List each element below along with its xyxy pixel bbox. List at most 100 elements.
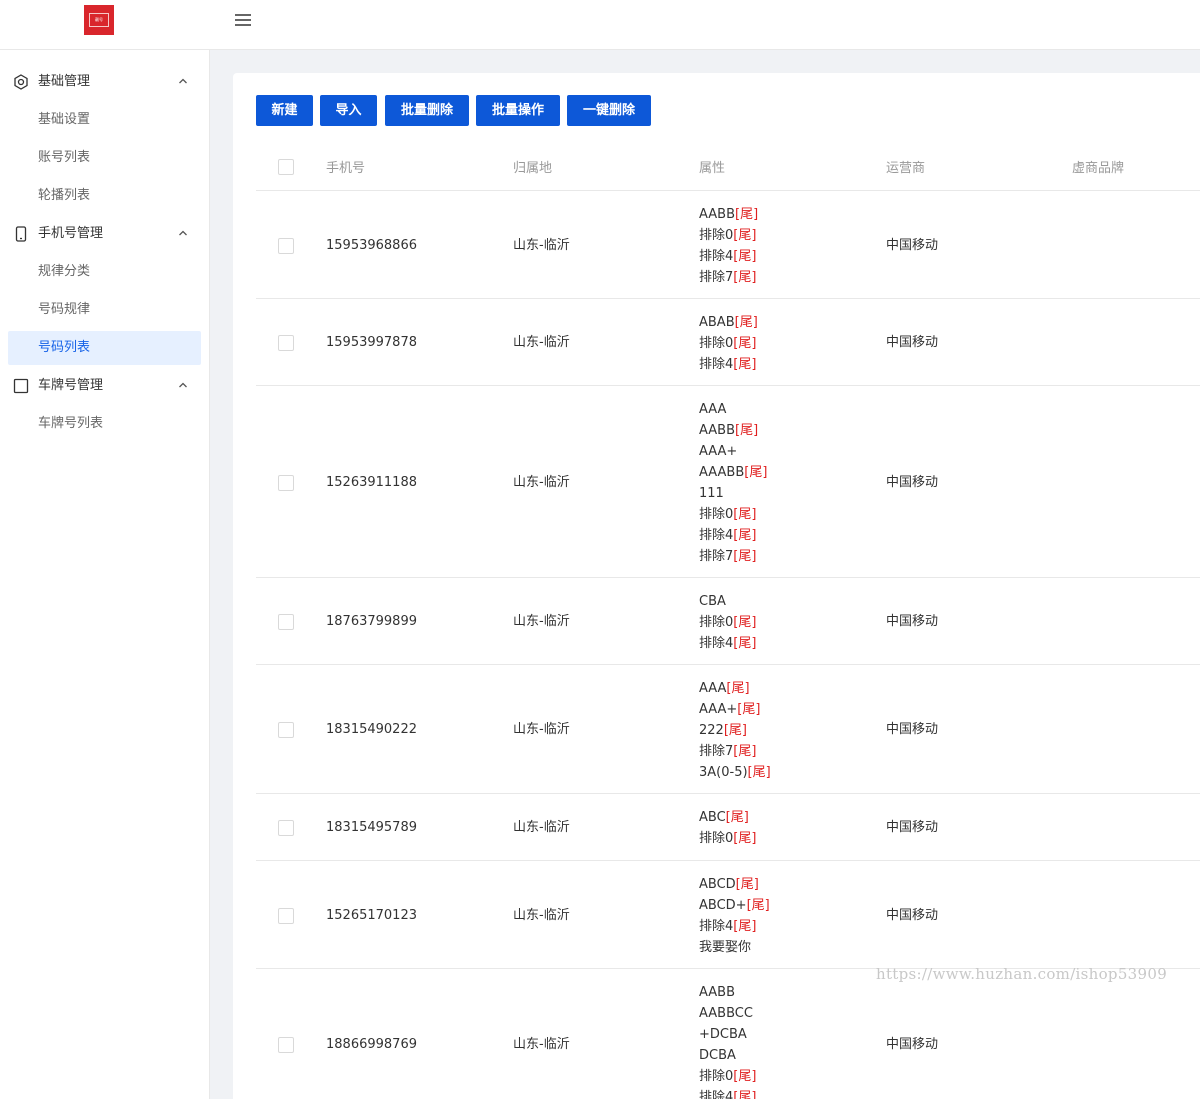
attribute-text: 排除7 <box>699 270 734 285</box>
tail-marker: [尾] <box>733 831 757 846</box>
attribute-tag: 排除4[尾] <box>699 525 767 546</box>
attribute-tag: 排除0[尾] <box>699 612 756 633</box>
attribute-tag: +DCBA <box>699 1024 756 1045</box>
column-header-location: 归属地 <box>513 161 553 176</box>
attribute-text: 排除4 <box>699 528 734 543</box>
attribute-text: 排除0 <box>699 831 734 846</box>
table-row[interactable]: 18315490222 山东-临沂 中国移动 AAA[尾] AAA+[尾] 222[尾] 排… <box>256 666 1200 794</box>
row-checkbox[interactable] <box>278 1037 294 1053</box>
sidebar-group-plate[interactable]: 车牌号管理 <box>0 367 210 405</box>
table-row[interactable]: 15263911188 山东-临沂 中国移动 AAA AABB[尾] AAA+ AAABB[… <box>256 387 1200 578</box>
cell-location: 山东-临沂 <box>513 614 570 629</box>
table-row[interactable]: 18866998769 山东-临沂 中国移动 AABB AABBCC +DCBA DCBA 排… <box>256 970 1200 1099</box>
row-checkbox[interactable] <box>278 908 294 924</box>
cell-attributes: ABAB[尾] 排除0[尾] 排除4[尾] <box>699 312 758 375</box>
sidebar-item-label: 基础设置 <box>38 112 91 127</box>
cell-attributes: ABC[尾] 排除0[尾] <box>699 807 756 849</box>
cell-location: 山东-临沂 <box>513 1037 570 1052</box>
new-button[interactable]: 新建 <box>256 95 313 126</box>
attribute-tag: AAA[尾] <box>699 678 771 699</box>
tail-marker: [尾] <box>735 207 759 222</box>
row-checkbox[interactable] <box>278 820 294 836</box>
table-row[interactable]: 15953968866 山东-临沂 中国移动 AABB[尾] 排除0[尾] 排除4[尾] 排… <box>256 192 1200 299</box>
sidebar-item-rule-category[interactable]: 规律分类 <box>0 255 210 289</box>
select-all-checkbox[interactable] <box>278 159 294 175</box>
cell-phone: 15953997878 <box>326 335 417 350</box>
tail-marker: [尾] <box>735 877 759 892</box>
attribute-text: AABB <box>699 985 735 1000</box>
app-logo[interactable]: 靓号 <box>84 5 114 35</box>
cell-carrier: 中国移动 <box>886 1037 939 1052</box>
sidebar-item-carousel-list[interactable]: 轮播列表 <box>0 179 210 213</box>
attribute-text: AAA <box>699 402 727 417</box>
table-row[interactable]: 18763799899 山东-临沂 中国移动 CBA 排除0[尾] 排除4[尾] <box>256 579 1200 665</box>
tail-marker: [尾] <box>733 636 757 651</box>
attribute-tag: 排除7[尾] <box>699 741 771 762</box>
attribute-tag: CBA <box>699 591 756 612</box>
one-click-delete-button[interactable]: 一键删除 <box>567 95 651 126</box>
tail-marker: [尾] <box>744 465 768 480</box>
sidebar-group-label: 基础管理 <box>38 74 91 89</box>
cell-attributes: CBA 排除0[尾] 排除4[尾] <box>699 591 756 654</box>
cell-phone: 15265170123 <box>326 908 417 923</box>
attribute-text: ABCD <box>699 877 736 892</box>
attribute-tag: ABAB[尾] <box>699 312 758 333</box>
attribute-tag: AABB[尾] <box>699 204 758 225</box>
cell-location: 山东-临沂 <box>513 908 570 923</box>
sidebar-item-basic-settings[interactable]: 基础设置 <box>0 103 210 137</box>
sidebar-item-account-list[interactable]: 账号列表 <box>0 141 210 175</box>
sidebar-group-phone[interactable]: 手机号管理 <box>0 215 210 253</box>
cell-carrier: 中国移动 <box>886 335 939 350</box>
hamburger-icon[interactable] <box>235 14 251 28</box>
attribute-text: 222 <box>699 723 724 738</box>
cell-carrier: 中国移动 <box>886 238 939 253</box>
attribute-tag: ABCD[尾] <box>699 874 770 895</box>
tail-marker: [尾] <box>733 615 757 630</box>
sidebar-group-label: 手机号管理 <box>38 226 104 241</box>
row-checkbox[interactable] <box>278 614 294 630</box>
row-checkbox[interactable] <box>278 475 294 491</box>
sidebar-item-label: 车牌号列表 <box>38 416 104 431</box>
attribute-text: 排除7 <box>699 549 734 564</box>
table-row[interactable]: 18315495789 山东-临沂 中国移动 ABC[尾] 排除0[尾] <box>256 795 1200 861</box>
sidebar-item-label: 账号列表 <box>38 150 91 165</box>
logo-text: 靓号 <box>95 17 103 22</box>
attribute-text: 111 <box>699 486 724 501</box>
batch-operation-button[interactable]: 批量操作 <box>476 95 560 126</box>
attribute-tag: ABC[尾] <box>699 807 756 828</box>
watermark: https://www.huzhan.com/ishop53909 <box>876 965 1168 983</box>
attribute-text: AAA+ <box>699 444 738 459</box>
sidebar-item-number-rules[interactable]: 号码规律 <box>0 293 210 327</box>
sidebar-group-basic[interactable]: 基础管理 <box>0 63 210 101</box>
table-row[interactable]: 15953997878 山东-临沂 中国移动 ABAB[尾] 排除0[尾] 排除4[尾] <box>256 300 1200 386</box>
cell-phone: 15263911188 <box>326 475 417 490</box>
row-checkbox[interactable] <box>278 335 294 351</box>
attribute-text: AABB <box>699 423 735 438</box>
sidebar-item-plate-list[interactable]: 车牌号列表 <box>0 407 210 441</box>
sidebar-item-number-list[interactable]: 号码列表 <box>8 331 201 365</box>
attribute-text: 排除4 <box>699 636 734 651</box>
tail-marker: [尾] <box>733 270 757 285</box>
batch-delete-button[interactable]: 批量删除 <box>385 95 469 126</box>
column-header-brand: 虚商品牌 <box>1072 161 1125 176</box>
table-row[interactable]: 15265170123 山东-临沂 中国移动 ABCD[尾] ABCD+[尾] 排除4[尾… <box>256 862 1200 969</box>
attribute-tag: AAA+ <box>699 441 767 462</box>
sidebar-group-label: 车牌号管理 <box>38 378 104 393</box>
column-header-carrier: 运营商 <box>886 161 926 176</box>
row-checkbox[interactable] <box>278 722 294 738</box>
tail-marker: [尾] <box>733 1090 757 1099</box>
attribute-text: 排除4 <box>699 357 734 372</box>
cell-attributes: AAA[尾] AAA+[尾] 222[尾] 排除7[尾] 3A(0-5)[尾] <box>699 678 771 783</box>
attribute-text: 排除0 <box>699 1069 734 1084</box>
attribute-text: 排除0 <box>699 615 734 630</box>
cell-phone: 18315495789 <box>326 820 417 835</box>
attribute-tag: 111 <box>699 483 767 504</box>
attribute-tag: DCBA <box>699 1045 756 1066</box>
attribute-tag: 排除4[尾] <box>699 916 770 937</box>
attribute-text: 排除0 <box>699 507 734 522</box>
import-button[interactable]: 导入 <box>320 95 377 126</box>
attribute-text: ABAB <box>699 315 735 330</box>
tail-marker: [尾] <box>725 810 749 825</box>
row-checkbox[interactable] <box>278 238 294 254</box>
column-header-attributes: 属性 <box>699 161 726 176</box>
